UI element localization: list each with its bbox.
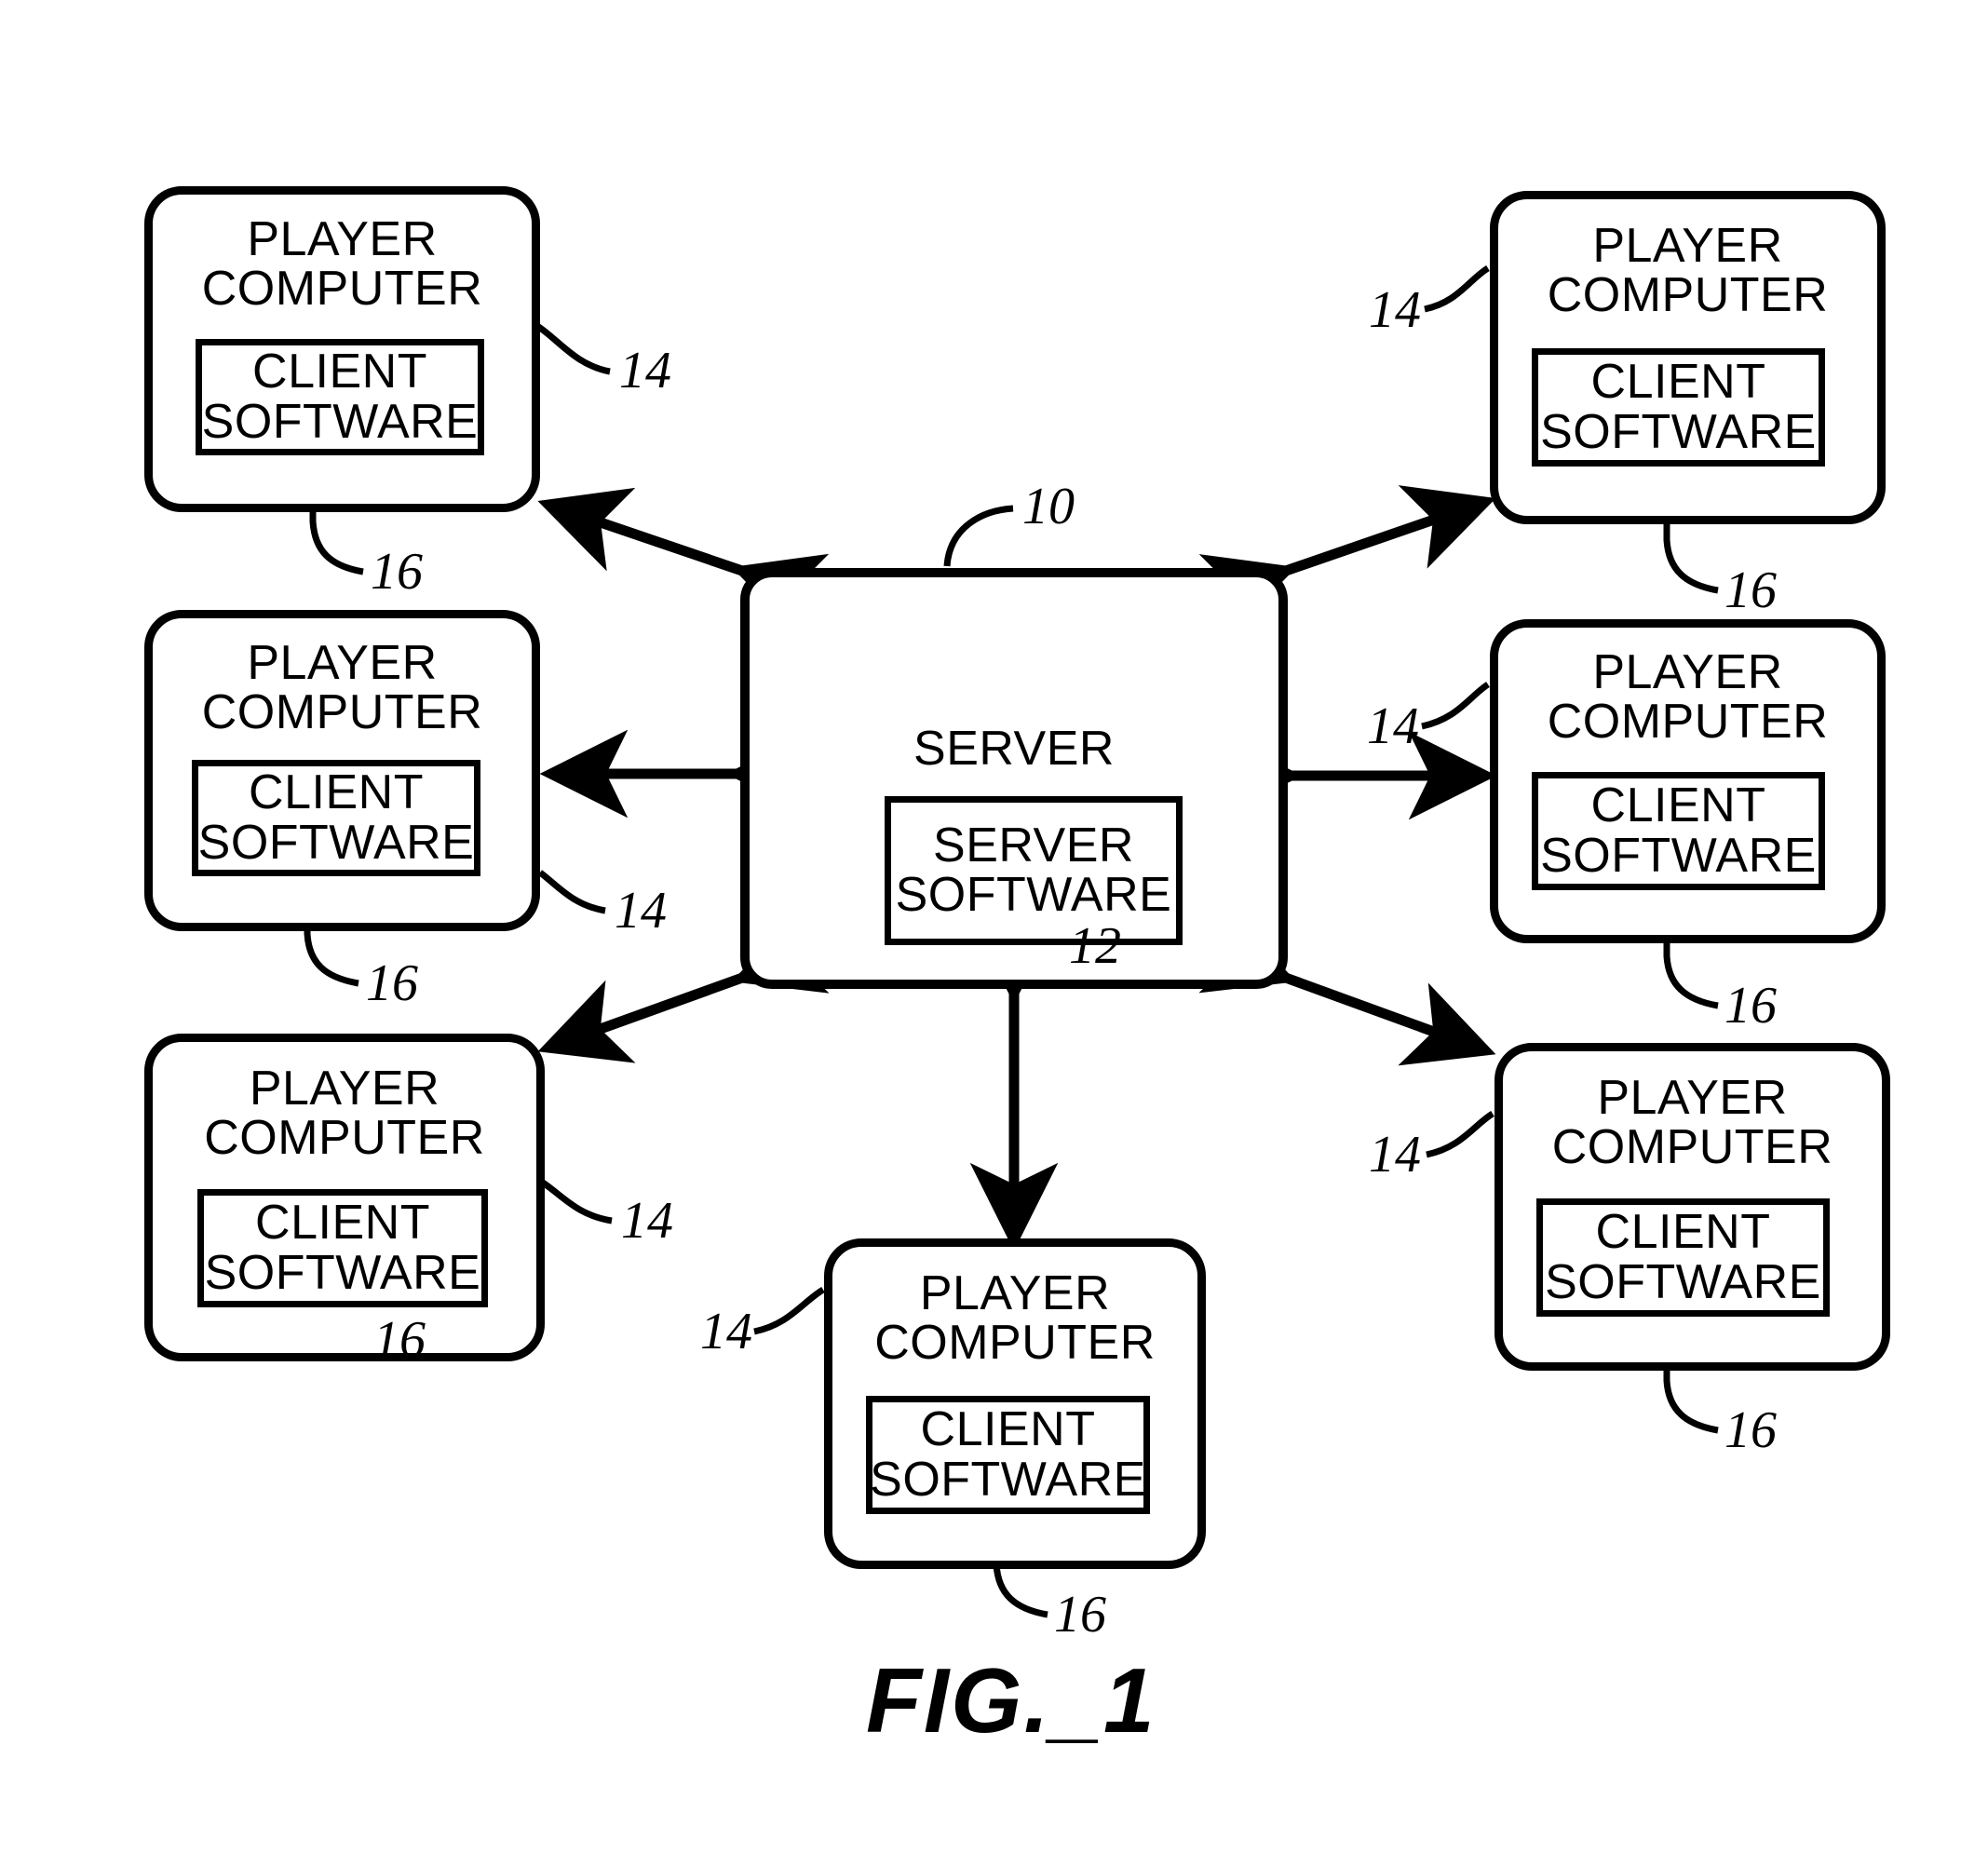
client-software-label: CLIENT SOFTWARE: [1540, 355, 1817, 459]
client-software-box: CLIENT SOFTWARE: [1532, 772, 1825, 890]
link-server-to-top-right: [1198, 485, 1496, 638]
server-title: SERVER: [913, 722, 1115, 776]
patent-figure: PLAYER COMPUTER CLIENT SOFTWARE 14 16 PL…: [0, 0, 1988, 1867]
player-computer-middle-right: PLAYER COMPUTER CLIENT SOFTWARE: [1490, 619, 1886, 943]
player-computer-title: PLAYER COMPUTER: [1547, 645, 1829, 750]
player-computer-title: PLAYER COMPUTER: [1551, 1071, 1833, 1175]
player-computer-title: PLAYER COMPUTER: [1547, 219, 1829, 323]
server-software-box: SERVER SOFTWARE: [885, 796, 1183, 945]
ref-numeral-server-software-12: 12: [1069, 917, 1121, 975]
server-box: SERVER SERVER SOFTWARE: [740, 568, 1288, 989]
player-computer-top-left: PLAYER COMPUTER CLIENT SOFTWARE: [144, 186, 540, 512]
client-software-box: CLIENT SOFTWARE: [1532, 348, 1825, 467]
ref-numeral-client-bottom-left: 16: [373, 1311, 426, 1369]
client-software-label: CLIENT SOFTWARE: [1545, 1205, 1821, 1309]
player-computer-bottom-left: PLAYER COMPUTER CLIENT SOFTWARE: [144, 1034, 545, 1361]
leader-player-middle-right-14: [1421, 682, 1490, 730]
leader-player-middle-left-14: [537, 870, 606, 914]
ref-numeral-player-top-right: 14: [1369, 281, 1421, 339]
leader-player-bottom-right-14: [1426, 1110, 1494, 1158]
ref-numeral-server-10: 10: [1022, 478, 1075, 535]
ref-numeral-player-bottom-left: 14: [621, 1192, 673, 1250]
leader-player-bottom-left-14: [541, 1180, 613, 1224]
link-server-to-bottom-right: [1198, 910, 1496, 1066]
figure-caption: FIG._1: [866, 1649, 1156, 1752]
ref-numeral-player-middle-left: 14: [615, 882, 667, 940]
client-software-box: CLIENT SOFTWARE: [866, 1396, 1150, 1514]
player-computer-title: PLAYER COMPUTER: [201, 636, 483, 740]
player-computer-top-right: PLAYER COMPUTER CLIENT SOFTWARE: [1490, 191, 1886, 524]
client-software-box: CLIENT SOFTWARE: [196, 339, 484, 455]
client-software-label: CLIENT SOFTWARE: [1540, 778, 1817, 883]
ref-numeral-client-bottom-center: 16: [1054, 1586, 1106, 1644]
client-software-box: CLIENT SOFTWARE: [192, 760, 480, 876]
player-computer-title: PLAYER COMPUTER: [204, 1062, 485, 1166]
ref-numeral-client-bottom-right: 16: [1724, 1401, 1777, 1459]
server-software-label: SERVER SOFTWARE: [895, 818, 1172, 922]
ref-numeral-player-middle-right: 14: [1367, 697, 1419, 755]
link-server-to-top-left: [537, 487, 830, 638]
ref-numeral-player-bottom-right: 14: [1369, 1126, 1421, 1184]
ref-numeral-player-top-left: 14: [619, 342, 671, 399]
leader-player-top-left-14: [535, 323, 611, 375]
client-software-box: CLIENT SOFTWARE: [1536, 1198, 1830, 1317]
leader-player-top-right-14: [1424, 264, 1490, 313]
player-computer-title: PLAYER COMPUTER: [874, 1266, 1156, 1371]
client-software-box: CLIENT SOFTWARE: [197, 1189, 488, 1307]
link-server-to-bottom-left: [537, 910, 830, 1063]
ref-numeral-client-top-right: 16: [1724, 561, 1777, 619]
player-computer-bottom-center: PLAYER COMPUTER CLIENT SOFTWARE: [824, 1238, 1206, 1569]
ref-numeral-client-middle-left: 16: [366, 954, 418, 1012]
leader-server-10: [943, 505, 1014, 567]
client-software-label: CLIENT SOFTWARE: [870, 1402, 1146, 1507]
player-computer-bottom-right: PLAYER COMPUTER CLIENT SOFTWARE: [1494, 1043, 1890, 1371]
client-software-label: CLIENT SOFTWARE: [204, 1196, 481, 1300]
ref-numeral-player-bottom-center: 14: [700, 1303, 752, 1360]
player-computer-title: PLAYER COMPUTER: [201, 212, 483, 317]
ref-numeral-client-top-left: 16: [371, 543, 423, 601]
client-software-label: CLIENT SOFTWARE: [201, 345, 479, 449]
leader-player-bottom-center-14: [753, 1286, 825, 1335]
ref-numeral-client-middle-right: 16: [1724, 977, 1777, 1035]
player-computer-middle-left: PLAYER COMPUTER CLIENT SOFTWARE: [144, 610, 540, 931]
client-software-label: CLIENT SOFTWARE: [197, 765, 475, 870]
